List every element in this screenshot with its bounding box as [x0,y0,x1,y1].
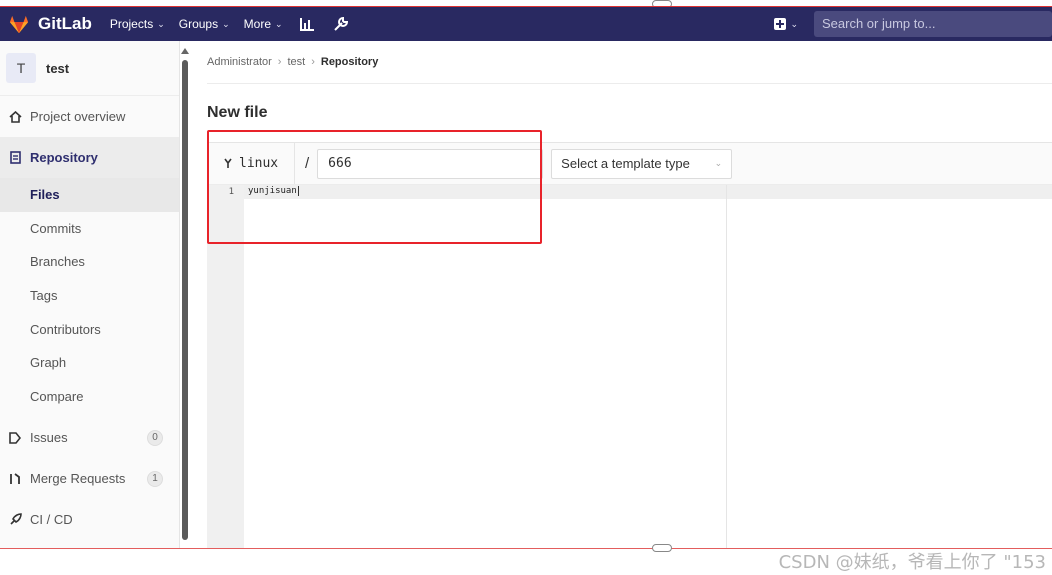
sidebar-subitem-label: Contributors [30,321,101,337]
brand-name: GitLab [38,14,92,33]
sidebar-project-header[interactable]: T test [0,41,179,96]
sidebar-item-label: Repository [30,150,98,165]
chevron-down-icon: ⌄ [157,18,165,29]
chevron-down-icon: ⌄ [790,18,798,29]
chevron-right-icon: › [277,56,282,68]
issues-icon [8,431,22,445]
sidebar-subitem-contributors[interactable]: Contributors [0,312,179,346]
nav-projects[interactable]: Projects ⌄ [110,17,165,31]
project-name: test [46,60,70,76]
wrench-admin-icon[interactable] [331,14,351,34]
template-type-label: Select a template type [561,156,690,171]
print-margin [726,185,727,548]
plus-square-icon [774,18,787,30]
nav-more[interactable]: More ⌄ [244,17,283,31]
chevron-down-icon: ⌄ [222,18,230,29]
breadcrumb-item[interactable]: test [287,56,305,68]
sidebar-subitem-compare[interactable]: Compare [0,380,179,414]
sidebar-item-label: Project overview [30,109,126,124]
chevron-right-icon: › [311,56,315,68]
nav-projects-label: Projects [109,17,154,31]
home-icon [8,110,22,124]
bottom-resize-handle[interactable] [652,544,672,552]
path-separator: / [305,155,310,172]
search-input[interactable]: Search or jump to... [814,11,1052,37]
merge-request-icon [8,472,22,486]
sidebar-item-label: Merge Requests [30,471,126,487]
new-item-dropdown[interactable]: ⌄ [774,18,798,30]
editor-gutter [207,185,244,548]
branch-label: linux [207,143,295,184]
sidebar-item-project-overview[interactable]: Project overview [0,96,179,137]
code-line[interactable]: yunjisuan [248,186,299,196]
sidebar-subitem-label: Files [30,187,60,203]
document-icon [8,151,22,165]
gitlab-logo-icon [9,15,29,34]
sidebar-subitem-label: Compare [30,388,84,404]
sidebar-subitem-label: Graph [30,355,67,371]
branch-name: linux [239,156,279,171]
sidebar-subitem-tags[interactable]: Tags [0,279,179,313]
nav-groups[interactable]: Groups ⌄ [179,17,230,31]
breadcrumb-item[interactable]: Administrator [207,56,272,68]
sidebar-subitem-label: Commits [30,220,82,236]
breadcrumb-item[interactable]: Repository [321,56,378,68]
sidebar-item-label: Issues [30,430,68,446]
breadcrumb: Administrator › test › Repository [207,41,1052,84]
chevron-down-icon: ⌄ [275,18,283,29]
template-type-select[interactable]: Select a template type ⌄ [551,148,733,179]
issues-count-badge: 0 [147,429,163,446]
active-line-highlight [244,185,1052,199]
main-content: Administrator › test › Repository New fi… [207,41,1052,548]
chevron-down-icon: ⌄ [714,158,723,168]
sidebar-item-repository[interactable]: Repository [0,137,179,178]
line-number: 1 [228,187,234,197]
scroll-up-arrow-icon[interactable] [181,48,189,54]
nav-more-label: More [243,17,271,31]
top-navbar: GitLab Projects ⌄ Groups ⌄ More ⌄ ⌄ Search … [0,6,1052,41]
file-name-input[interactable]: 666 [317,148,544,179]
brand[interactable]: GitLab [0,7,110,41]
activity-chart-icon[interactable] [297,14,317,34]
page-title: New file [207,104,268,121]
file-header: linux / 666 Select a template type ⌄ [207,142,1052,184]
sidebar-subitem-branches[interactable]: Branches [0,245,179,279]
sidebar-subitem-label: Tags [30,288,58,304]
sidebar-subitem-label: Branches [30,254,85,270]
sidebar-item-cicd[interactable]: CI / CD [0,499,179,540]
rocket-icon [8,513,22,527]
project-avatar: T [6,53,36,83]
project-sidebar: T test Project overview Repository Files… [0,41,180,548]
code-editor[interactable]: 1 yunjisuan [207,184,1052,548]
sidebar-subitem-commits[interactable]: Commits [0,212,179,246]
merge-requests-count-badge: 1 [147,470,163,487]
sidebar-item-merge-requests[interactable]: Merge Requests 1 [0,458,179,499]
branch-icon [224,158,232,168]
watermark: CSDN @妹纸，爷看上你了 "153 [778,552,1046,573]
sidebar-item-label: CI / CD [30,512,73,528]
sidebar-item-issues[interactable]: Issues 0 [0,417,179,458]
sidebar-subitem-graph[interactable]: Graph [0,346,179,380]
sidebar-subitem-files[interactable]: Files [0,178,179,212]
nav-groups-label: Groups [178,17,219,31]
sidebar-scrollbar[interactable] [182,60,188,540]
